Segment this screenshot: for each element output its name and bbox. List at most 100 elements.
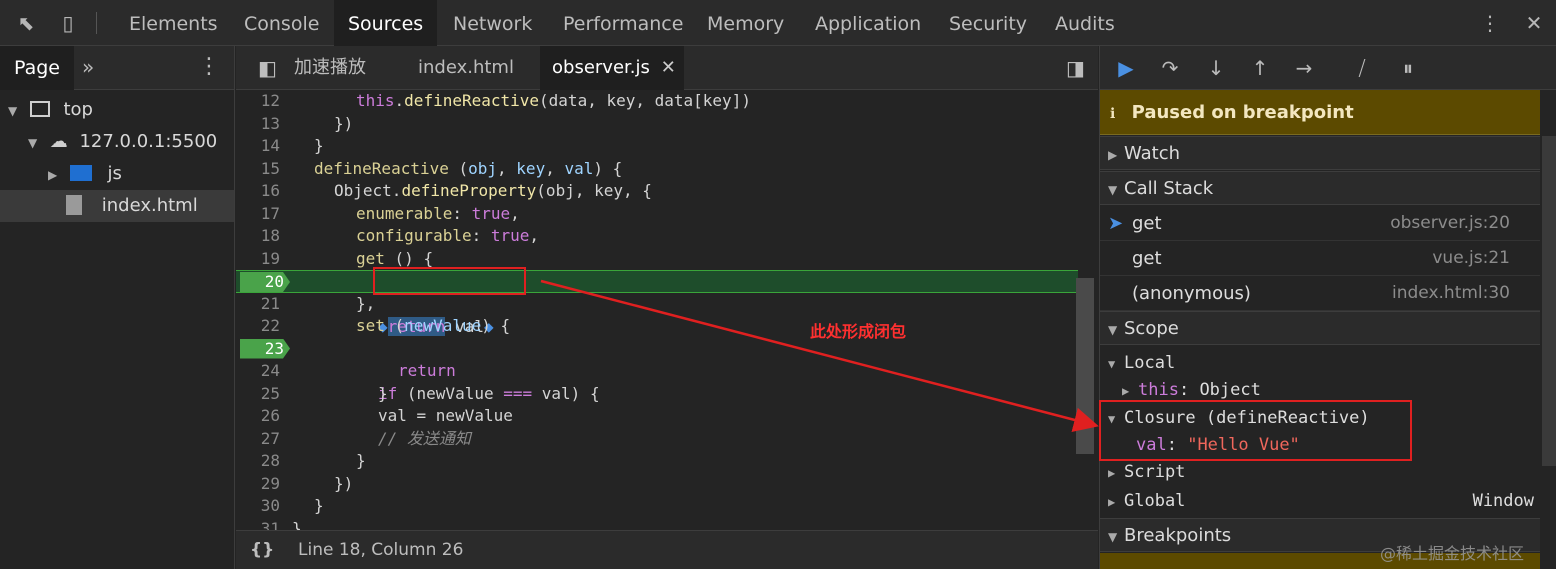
- breakpoint-marker[interactable]: 23: [240, 338, 290, 359]
- call-frame-location[interactable]: index.html:30: [1392, 276, 1510, 311]
- editor-scrollbar[interactable]: [1076, 278, 1094, 454]
- code-line: 14}: [236, 135, 1078, 158]
- debugger-sidebar: ▶ ↷ ↓ ↑ → ⧸ ⏸ ℹ Paused on breakpoint ▶ Wa…: [1099, 46, 1556, 569]
- devtools-tab-bar: ⬉ ▯ Elements Console Sources Network Per…: [0, 0, 1556, 46]
- code-text: return: [398, 361, 456, 380]
- tab-network[interactable]: Network: [439, 0, 546, 46]
- file-icon: [66, 195, 82, 215]
- call-frame-name: get: [1132, 213, 1162, 234]
- call-frame[interactable]: get vue.js:21: [1100, 241, 1540, 276]
- breakpoint-marker[interactable]: 20: [240, 272, 290, 292]
- line-number: 17: [260, 203, 280, 223]
- call-frame[interactable]: (anonymous) index.html:30: [1100, 276, 1540, 311]
- line-number: 12: [260, 91, 280, 110]
- code-text: }): [334, 473, 354, 493]
- code-text: defineReactive (obj, key, val) {: [314, 158, 623, 178]
- scope-local[interactable]: ▼ Local: [1108, 349, 1548, 377]
- code-text: },: [356, 293, 376, 313]
- code-line: 16 Object.defineProperty(obj, key, {: [236, 180, 1078, 203]
- code-line: 24 return: [236, 360, 1078, 383]
- tab-application[interactable]: Application: [801, 0, 935, 46]
- call-frame-name: get: [1132, 248, 1162, 269]
- code-line: 22 set (newValue) {: [236, 315, 1078, 338]
- code-line: 21},: [236, 293, 1078, 316]
- expand-triangle-icon: ▼: [1108, 183, 1118, 197]
- code-line: 30}: [236, 495, 1078, 518]
- code-text: set (newValue) {: [356, 316, 511, 335]
- tree-item-js[interactable]: ▶ js: [48, 158, 122, 190]
- tab-console[interactable]: Console: [230, 0, 333, 46]
- pretty-print-icon[interactable]: {}: [250, 531, 274, 569]
- highlight-box-closure: [1099, 400, 1412, 461]
- call-frame-name: (anonymous): [1132, 283, 1251, 304]
- section-label: Call Stack: [1124, 178, 1214, 199]
- inspect-element-icon[interactable]: ⬉: [12, 9, 40, 37]
- tab-performance[interactable]: Performance: [549, 0, 697, 46]
- line-number: 31: [260, 518, 280, 531]
- kebab-menu-icon[interactable]: ⋮: [1476, 9, 1504, 37]
- highlight-box-return-val: [373, 267, 526, 295]
- paused-banner: ℹ Paused on breakpoint: [1100, 90, 1540, 135]
- more-tabs-icon[interactable]: »: [82, 46, 94, 88]
- close-icon[interactable]: ✕: [1520, 9, 1548, 37]
- section-call-stack[interactable]: ▼ Call Stack: [1100, 171, 1540, 205]
- section-watch[interactable]: ▶ Watch: [1100, 136, 1540, 170]
- tab-elements[interactable]: Elements: [115, 0, 232, 46]
- editor-tab-observer-js[interactable]: observer.js ✕: [540, 46, 684, 90]
- section-label: Breakpoints: [1124, 525, 1232, 546]
- toggle-debugger-icon[interactable]: ◨: [1054, 46, 1097, 90]
- tab-sources[interactable]: Sources: [334, 0, 438, 46]
- tab-audits[interactable]: Audits: [1041, 0, 1129, 46]
- navigator-menu-icon[interactable]: ⋮: [198, 46, 220, 88]
- collapse-triangle-icon: ▶: [1108, 495, 1116, 509]
- annotation-text: 此处形成闭包: [810, 322, 907, 341]
- tree-item-index-html[interactable]: index.html: [0, 190, 234, 222]
- collapse-triangle-icon: ▶: [1108, 148, 1118, 162]
- current-execution-line: 20 ◆return val◆: [236, 270, 1078, 336]
- call-frame[interactable]: ➤ get observer.js:20: [1100, 206, 1540, 241]
- editor-tab-speed[interactable]: 加速播放: [282, 46, 378, 90]
- code-text: this.defineReactive(data, key, data[key]…: [356, 91, 751, 110]
- step-over-icon[interactable]: ↷: [1156, 54, 1184, 82]
- watermark: @稀土掘金技术社区: [1380, 544, 1525, 563]
- code-text: Object.defineProperty(obj, key, {: [334, 181, 652, 200]
- expand-triangle-icon: ▼: [28, 136, 38, 150]
- code-area[interactable]: 12 this.defineReactive(data, key, data[ke…: [236, 90, 1098, 530]
- call-frame-location[interactable]: observer.js:20: [1390, 206, 1510, 241]
- resume-icon[interactable]: ▶: [1112, 54, 1140, 82]
- close-tab-icon[interactable]: ✕: [661, 46, 676, 90]
- debugger-scrollbar[interactable]: [1542, 136, 1556, 466]
- line-number: 13: [260, 113, 280, 133]
- deactivate-breakpoints-icon[interactable]: ⧸: [1348, 54, 1376, 82]
- section-label: Scope: [1124, 318, 1179, 339]
- step-out-icon[interactable]: ↑: [1246, 54, 1274, 82]
- scope-script[interactable]: ▶ Script: [1108, 458, 1548, 486]
- code-comment: // 发送通知: [378, 428, 471, 448]
- tree-item-label: index.html: [101, 195, 198, 216]
- var-value: Object: [1199, 380, 1261, 400]
- tree-item-label: top: [63, 99, 93, 120]
- tree-item-top[interactable]: ▼ top: [8, 94, 93, 126]
- tree-item-host[interactable]: ▼ ☁ 127.0.0.1:5500: [28, 126, 217, 158]
- current-frame-arrow-icon: ➤: [1108, 213, 1124, 234]
- frame-icon: [29, 101, 50, 117]
- code-line: 23 if (newValue === val) {: [236, 338, 1078, 403]
- step-into-icon[interactable]: ↓: [1202, 54, 1230, 82]
- device-toolbar-icon[interactable]: ▯: [54, 9, 82, 37]
- section-scope[interactable]: ▼ Scope: [1100, 311, 1540, 345]
- expand-triangle-icon: ▼: [1108, 357, 1116, 371]
- tab-memory[interactable]: Memory: [693, 0, 798, 46]
- call-frame-location[interactable]: vue.js:21: [1432, 241, 1510, 276]
- line-number: 26: [260, 406, 280, 425]
- editor-tab-index-html[interactable]: index.html: [406, 46, 526, 90]
- scope-global[interactable]: ▶ Global Window: [1108, 487, 1534, 515]
- code-line: 26 val = newValue: [236, 405, 1078, 428]
- tab-security[interactable]: Security: [935, 0, 1041, 46]
- code-text: }: [378, 383, 388, 403]
- step-icon[interactable]: →: [1290, 54, 1318, 82]
- pause-on-exceptions-icon[interactable]: ⏸: [1394, 54, 1422, 82]
- collapse-triangle-icon: ▶: [48, 168, 58, 182]
- line-number: 14: [260, 136, 280, 155]
- code-text: }): [334, 113, 354, 133]
- tab-page[interactable]: Page: [0, 46, 74, 90]
